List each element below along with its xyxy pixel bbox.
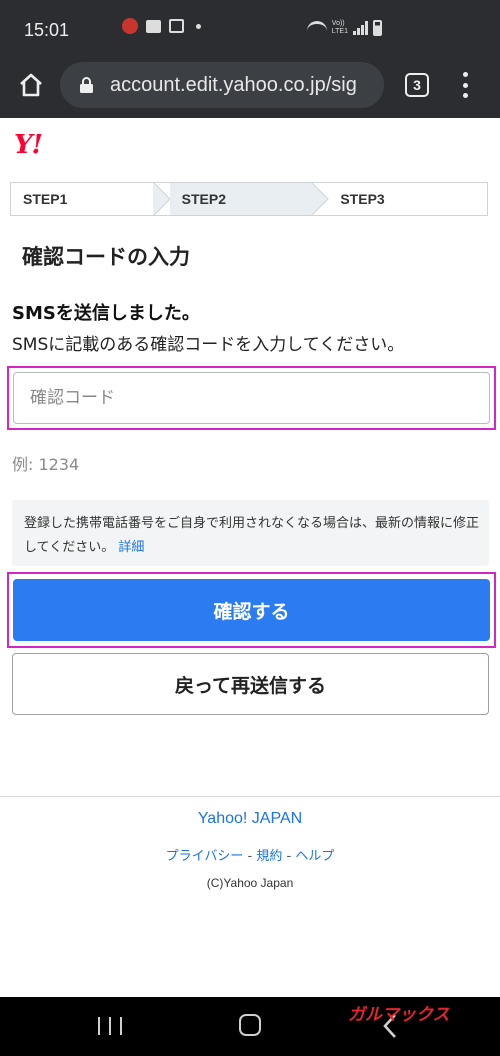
home-icon[interactable] xyxy=(16,70,46,100)
notice-text: 登録した携帯電話番号をご自身で利用されなくなる場合は、最新の情報に修正してくださ… xyxy=(24,516,480,555)
status-time: 15:01 xyxy=(24,20,70,40)
copyright: (C)Yahoo Japan xyxy=(206,876,294,890)
footer-separator: - xyxy=(243,849,257,864)
image-icon xyxy=(169,19,184,33)
confirmation-code-input[interactable] xyxy=(13,372,490,424)
more-notifications-icon xyxy=(196,23,201,29)
footer-yahoo-japan-link[interactable]: Yahoo! JAPAN xyxy=(0,810,500,828)
message-icon xyxy=(146,19,161,33)
battery-icon xyxy=(373,20,382,36)
privacy-link[interactable]: プライバシー xyxy=(166,849,244,864)
tabs-icon[interactable]: 3 xyxy=(405,73,429,97)
code-example: 例: 1234 xyxy=(12,455,80,474)
footer-divider xyxy=(0,796,500,797)
volte-label: Vo)) xyxy=(331,20,345,27)
yahoo-logo[interactable]: Y! xyxy=(14,130,43,160)
step-3: STEP3 xyxy=(328,183,487,215)
help-link[interactable]: ヘルプ xyxy=(295,849,334,864)
system-nav-bar: ガルマックス xyxy=(0,997,500,1056)
sms-sent-heading: SMSを送信しました。 xyxy=(12,303,200,324)
step-arrow xyxy=(311,183,330,215)
app-notification-icon xyxy=(122,18,138,34)
signal-icon xyxy=(353,21,368,35)
terms-link[interactable]: 規約 xyxy=(256,849,282,864)
url-fade xyxy=(354,62,384,108)
step-indicator: STEP1 STEP2 STEP3 xyxy=(10,182,488,216)
wifi-icon xyxy=(306,21,327,35)
system-icons: Vo)) LTE1 xyxy=(306,20,382,36)
details-link[interactable]: 詳細 xyxy=(118,540,144,555)
step-1-label: STEP1 xyxy=(23,191,68,207)
volte-icon: Vo)) LTE1 xyxy=(332,20,348,36)
address-bar[interactable]: account.edit.yahoo.co.jp/sig xyxy=(60,62,384,108)
watermark: ガルマックス xyxy=(348,1005,450,1025)
more-vert-icon[interactable] xyxy=(458,72,472,98)
step-1: STEP1 xyxy=(11,183,171,215)
notification-icons xyxy=(74,18,201,34)
status-bar: 15:01 Vo)) LTE1 xyxy=(0,0,500,60)
code-input-highlight xyxy=(7,366,496,430)
lock-icon xyxy=(80,77,93,93)
step-2: STEP2 xyxy=(169,183,330,215)
footer-links: プライバシー - 規約 - ヘルプ xyxy=(0,845,500,864)
nav-home-icon[interactable] xyxy=(239,1014,261,1036)
step-arrow xyxy=(152,183,171,215)
browser-toolbar: account.edit.yahoo.co.jp/sig 3 xyxy=(0,60,500,118)
confirm-button[interactable]: 確認する xyxy=(13,579,490,641)
footer-separator: - xyxy=(282,849,296,864)
step-2-label: STEP2 xyxy=(181,191,227,207)
step-3-label: STEP3 xyxy=(340,191,385,207)
confirm-button-highlight: 確認する xyxy=(7,572,496,648)
lte-label: LTE1 xyxy=(331,28,348,35)
page-title: 確認コードの入力 xyxy=(22,245,190,269)
sms-instruction: SMSに記載のある確認コードを入力してください。 xyxy=(12,335,405,355)
nav-recent-icon[interactable] xyxy=(98,1017,122,1035)
back-resend-button[interactable]: 戻って再送信する xyxy=(12,653,489,715)
update-notice: 登録した携帯電話番号をご自身で利用されなくなる場合は、最新の情報に修正してくださ… xyxy=(12,500,489,566)
url-text: account.edit.yahoo.co.jp/sig xyxy=(110,74,357,96)
